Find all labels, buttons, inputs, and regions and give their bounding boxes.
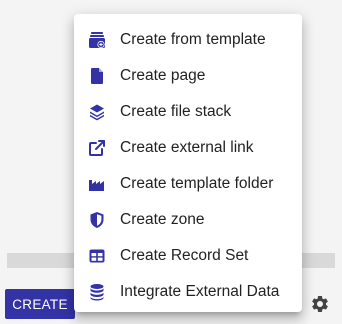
menu-item-create-record-set[interactable]: Create Record Set [74,238,302,274]
menu-item-create-zone[interactable]: Create zone [74,202,302,238]
menu-item-label: Integrate External Data [120,283,280,300]
menu-item-label: Create file stack [120,103,232,120]
shield-icon [88,211,106,229]
menu-item-create-page[interactable]: Create page [74,58,302,94]
menu-item-label: Create template folder [120,175,274,192]
database-icon [88,283,106,301]
menu-item-integrate-external-data[interactable]: Integrate External Data [74,274,302,310]
factory-icon [88,175,106,193]
menu-item-create-template-folder[interactable]: Create template folder [74,166,302,202]
menu-item-label: Create Record Set [120,247,249,264]
menu-item-label: Create from template [120,31,266,48]
file-icon [88,67,106,85]
menu-item-label: Create zone [120,211,205,228]
menu-item-create-from-template[interactable]: Create from template [74,22,302,58]
table-icon [88,247,106,265]
menu-item-label: Create external link [120,139,254,156]
create-menu: Create from template Create page Create … [74,14,302,312]
template-stack-icon [88,31,106,49]
external-link-icon [88,139,106,157]
layers-icon [88,103,106,121]
settings-button[interactable] [309,293,331,315]
create-button[interactable]: CREATE [5,289,75,319]
menu-item-label: Create page [120,67,206,84]
menu-item-create-external-link[interactable]: Create external link [74,130,302,166]
gear-icon [312,295,328,312]
menu-item-create-file-stack[interactable]: Create file stack [74,94,302,130]
